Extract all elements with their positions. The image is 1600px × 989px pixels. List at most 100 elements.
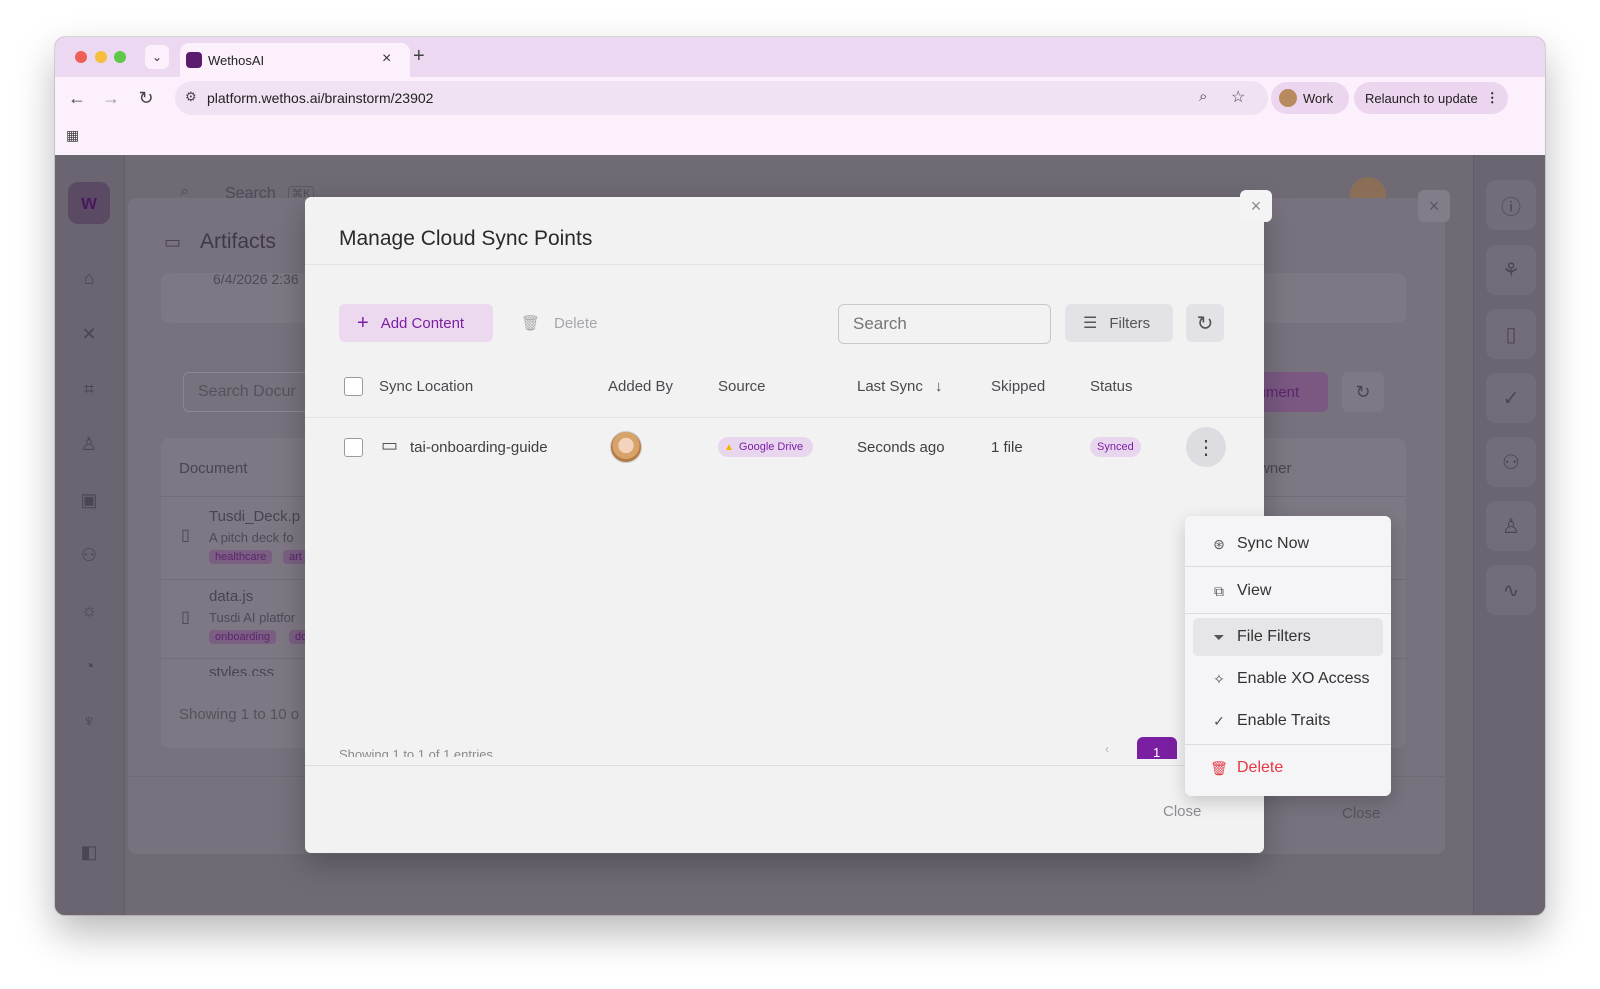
bookmarks-bar: ▦ xyxy=(55,119,1545,155)
browser-window: ⌄ WethosAI × + ← → ↻ ⚙ platform.wethos.a… xyxy=(55,37,1545,915)
forward-arrow-icon[interactable]: → xyxy=(97,84,125,112)
activity-icon[interactable]: ∿ xyxy=(1486,565,1536,615)
menu-item-file-filters[interactable]: ⏷ File Filters xyxy=(1193,618,1383,656)
add-content-label: Add Content xyxy=(380,314,465,332)
refresh-icon[interactable]: ↻ xyxy=(1186,304,1224,342)
menu-item-enable-xo-access[interactable]: ✧ Enable XO Access xyxy=(1185,660,1391,698)
dialog-title: Manage Cloud Sync Points xyxy=(339,227,593,250)
menu-divider xyxy=(1185,613,1391,614)
tab-close-icon[interactable]: × xyxy=(382,50,391,68)
dialog-close-icon[interactable]: × xyxy=(1240,190,1272,222)
address-bar[interactable]: ⚙ platform.wethos.ai/brainstorm/23902 ⌕ … xyxy=(175,81,1268,115)
column-status[interactable]: Status xyxy=(1090,378,1133,395)
column-sync-location[interactable]: Sync Location xyxy=(379,378,473,395)
left-sidebar: w ⌂ ✕ ⌗ ♙ ▣ ⚇ ☼ ◔ ♆ ◧ xyxy=(55,155,125,915)
sync-location[interactable]: tai-onboarding-guide xyxy=(410,439,548,456)
home-icon[interactable]: ⌂ xyxy=(77,266,101,290)
divider xyxy=(305,765,1264,766)
delete-button[interactable]: 🗑 Delete xyxy=(521,304,597,342)
tab-title: WethosAI xyxy=(208,53,265,68)
page-number: 1 xyxy=(1153,745,1161,760)
sort-down-arrow-icon[interactable]: ↓ xyxy=(935,378,943,395)
menu-item-label: Sync Now xyxy=(1237,535,1310,552)
calendar-icon[interactable]: ▣ xyxy=(77,488,101,512)
file-icon: ▯ xyxy=(181,527,190,544)
artifacts-close-button[interactable]: Close xyxy=(1342,805,1380,822)
search-documents-placeholder: Search Docur xyxy=(198,383,296,400)
tools-icon[interactable]: ✕ xyxy=(77,322,101,346)
page-1-button[interactable]: 1 xyxy=(1137,737,1177,760)
profile-button[interactable]: Work xyxy=(1271,82,1349,114)
team-icon[interactable]: ⚇ xyxy=(77,543,101,567)
row-desc: A pitch deck fo xyxy=(209,530,294,545)
badge-check-icon[interactable]: ✓ xyxy=(1486,373,1536,423)
browser-toolbar: ← → ↻ ⚙ platform.wethos.ai/brainstorm/23… xyxy=(55,77,1545,119)
folder-icon: ▭ xyxy=(164,232,182,252)
tab-search-chevron-icon[interactable]: ⌄ xyxy=(145,45,169,69)
select-all-checkbox[interactable] xyxy=(344,377,363,396)
relaunch-button[interactable]: Relaunch to update ⋮ xyxy=(1354,82,1508,114)
add-content-button[interactable]: + Add Content xyxy=(339,304,493,342)
row-checkbox[interactable] xyxy=(344,438,363,457)
apps-grid-icon[interactable]: ▦ xyxy=(66,127,79,144)
funnel-icon: ⏷ xyxy=(1213,628,1225,645)
menu-item-sync-now[interactable]: ⊛ Sync Now xyxy=(1185,525,1391,563)
folder-icon: ▭ xyxy=(381,435,399,455)
minimize-window-dot[interactable] xyxy=(95,51,107,63)
active-tab[interactable]: WethosAI × xyxy=(180,43,410,79)
site-settings-icon[interactable]: ⚙ xyxy=(185,89,197,105)
collapse-sidebar-icon[interactable]: ◧ xyxy=(77,840,101,864)
search-input[interactable] xyxy=(838,304,1051,344)
status-badge: Synced xyxy=(1090,437,1141,457)
bookmark-star-icon[interactable]: ☆ xyxy=(1231,87,1245,107)
column-skipped[interactable]: Skipped xyxy=(991,378,1045,395)
column-added-by[interactable]: Added By xyxy=(608,378,673,395)
menu-item-label: View xyxy=(1237,582,1272,599)
status-label: Synced xyxy=(1097,441,1134,453)
column-source[interactable]: Source xyxy=(718,378,766,395)
user-check-icon[interactable]: ♙ xyxy=(1486,501,1536,551)
maximize-window-dot[interactable] xyxy=(114,51,126,63)
profile-avatar xyxy=(1279,89,1297,107)
scan-icon[interactable]: ⌗ xyxy=(77,377,101,401)
row-actions-kebab-icon[interactable]: ⋮ xyxy=(1186,427,1226,467)
source-label: Google Drive xyxy=(738,441,804,453)
row-actions-menu: ⊛ Sync Now ⧉ View ⏷ File Filters ✧ Enabl… xyxy=(1185,516,1391,796)
document-icon[interactable]: ▯ xyxy=(1486,309,1536,359)
row-desc: Tusdi AI platfor xyxy=(209,610,296,625)
delete-label: Delete xyxy=(554,314,598,332)
file-icon: ▯ xyxy=(181,609,190,626)
lightbulb-icon[interactable]: ☼ xyxy=(77,598,101,622)
last-sync: Seconds ago xyxy=(857,439,945,456)
microphone-icon[interactable]: ♆ xyxy=(77,709,101,733)
menu-item-label: Delete xyxy=(1237,759,1284,776)
user-icon[interactable]: ♙ xyxy=(77,432,101,456)
wethos-logo-icon[interactable]: w xyxy=(68,182,110,224)
double-check-icon: ✓ xyxy=(1213,712,1225,729)
artifacts-close-icon[interactable]: × xyxy=(1418,190,1450,222)
menu-item-view[interactable]: ⧉ View xyxy=(1185,572,1391,610)
back-arrow-icon[interactable]: ← xyxy=(63,84,91,112)
menu-item-delete[interactable]: 🗑 Delete xyxy=(1185,749,1391,787)
reload-icon[interactable]: ↻ xyxy=(132,84,160,112)
sliders-icon: ☰ xyxy=(1083,315,1098,332)
prev-page-icon[interactable]: ‹ xyxy=(1105,742,1109,756)
org-chart-icon[interactable]: ⚘ xyxy=(1486,245,1536,295)
tab-strip: ⌄ WethosAI × + xyxy=(55,37,1545,79)
close-button[interactable]: Close xyxy=(1163,803,1201,820)
users-icon[interactable]: ⚇ xyxy=(1486,437,1536,487)
showing-entries: Showing 1 to 1 of 1 entries xyxy=(339,747,493,757)
menu-item-enable-traits[interactable]: ✓ Enable Traits xyxy=(1185,702,1391,740)
filters-button[interactable]: ☰ Filters xyxy=(1065,304,1173,342)
zoom-icon[interactable]: ⌕ xyxy=(1199,88,1207,105)
info-icon[interactable]: ⓘ xyxy=(1486,180,1536,230)
more-vert-icon: ⋮ xyxy=(1485,90,1499,105)
column-last-sync[interactable]: Last Sync xyxy=(857,378,923,395)
close-window-dot[interactable] xyxy=(75,51,87,63)
new-tab-icon[interactable]: + xyxy=(413,45,425,68)
column-document: Document xyxy=(179,460,248,477)
refresh-documents-icon[interactable]: ↻ xyxy=(1342,372,1384,412)
artifacts-title: Artifacts xyxy=(200,230,276,253)
gauge-icon[interactable]: ◔ xyxy=(77,654,101,678)
menu-item-label: File Filters xyxy=(1237,628,1311,645)
